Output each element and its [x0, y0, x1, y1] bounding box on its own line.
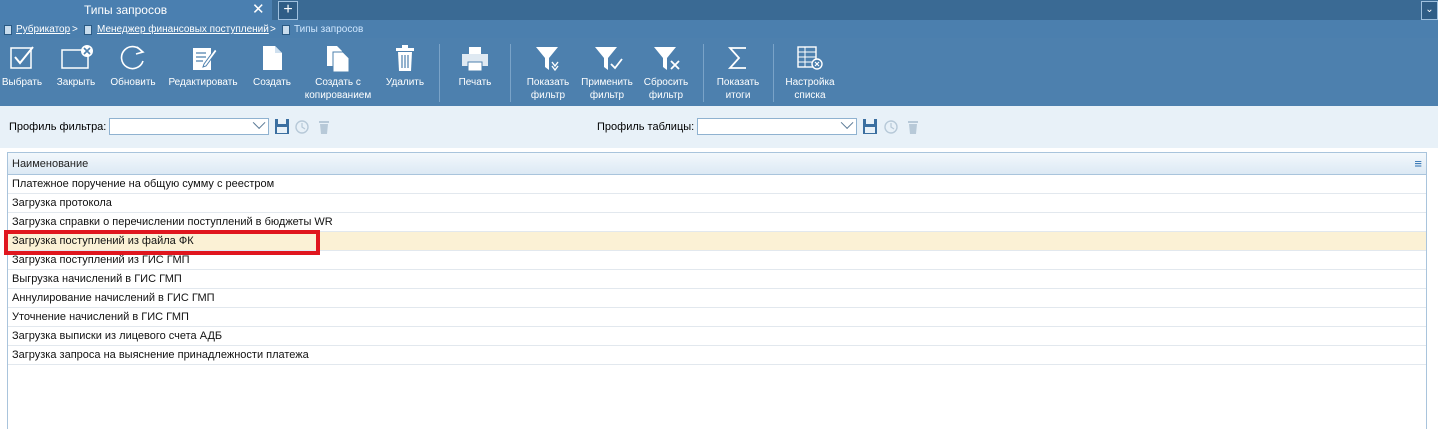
breadcrumb-rubricator[interactable]: Рубрикатор — [16, 24, 70, 35]
breadcrumb-separator: > — [72, 24, 78, 35]
filter-apply-icon — [595, 47, 623, 70]
column-menu-icon[interactable]: ≡ — [1414, 156, 1422, 171]
breadcrumb-finance-manager[interactable]: Менеджер финансовых поступлений — [97, 24, 269, 35]
reset-filter-button[interactable]: Сбросить фильтр — [640, 38, 692, 106]
filter-profile-select[interactable] — [109, 116, 269, 135]
table-settings-icon — [797, 46, 823, 70]
filter-show-icon — [536, 47, 559, 72]
filter-reset-icon — [654, 47, 680, 70]
row-name-cell: Загрузка поступлений из ГИС ГМП — [12, 254, 190, 266]
refresh-icon — [120, 45, 145, 70]
toolbar-divider — [703, 44, 704, 102]
close-button[interactable]: Закрыть — [50, 38, 102, 106]
filter-profile-label: Профиль фильтра: — [9, 121, 107, 133]
row-name-cell: Загрузка запроса на выяснение принадлежн… — [12, 349, 309, 361]
delete-button[interactable]: Удалить — [380, 38, 430, 106]
copy-document-icon — [327, 46, 350, 73]
tabs-menu-chevron-icon[interactable]: ⌄ — [1421, 1, 1438, 20]
row-name-cell: Платежное поручение на общую сумму с рее… — [12, 178, 275, 190]
breadcrumb-current: Типы запросов — [294, 24, 364, 35]
reset-profile-icon[interactable] — [294, 118, 310, 135]
table-row[interactable]: Загрузка запроса на выяснение принадлежн… — [8, 346, 1426, 365]
table-row[interactable]: Уточнение начислений в ГИС ГМП — [8, 308, 1426, 327]
save-icon[interactable] — [862, 118, 878, 135]
filter-bar: Профиль фильтра: Профиль таблицы: — [0, 106, 1438, 148]
trash-icon[interactable] — [316, 118, 332, 135]
show-filter-button[interactable]: Показать фильтр — [522, 38, 574, 106]
new-document-icon — [263, 46, 282, 70]
toolbar: Выбрать Закрыть Обновить Редактировать С… — [0, 38, 1438, 106]
table-row[interactable]: Загрузка выписки из лицевого счета АДБ — [8, 327, 1426, 346]
breadcrumb: Рубрикатор > Менеджер финансовых поступл… — [0, 20, 1438, 38]
trash-icon — [396, 45, 414, 71]
list-settings-button[interactable]: Настройка списка — [782, 38, 838, 106]
row-name-cell: Выгрузка начислений в ГИС ГМП — [12, 273, 182, 285]
printer-icon — [462, 47, 488, 72]
create-copy-button[interactable]: Создать с копированием — [300, 38, 376, 106]
tab-bar: Типы запросов ✕ + ⌄ — [0, 0, 1438, 20]
table-row[interactable]: Аннулирование начислений в ГИС ГМП — [8, 289, 1426, 308]
toolbar-divider — [510, 44, 511, 102]
grid-header: Наименование ≡ — [8, 153, 1426, 175]
reset-profile-icon[interactable] — [883, 118, 899, 135]
table-row[interactable]: Платежное поручение на общую сумму с рее… — [8, 175, 1426, 194]
table-row[interactable]: Загрузка протокола — [8, 194, 1426, 213]
chevron-down-icon — [252, 116, 266, 130]
save-icon[interactable] — [274, 118, 290, 135]
add-tab-button[interactable]: + — [278, 1, 298, 20]
show-totals-button[interactable]: Показать итоги — [712, 38, 764, 106]
column-header-name[interactable]: Наименование — [12, 158, 88, 170]
edit-button[interactable]: Редактировать — [166, 38, 240, 106]
tab-close-icon[interactable]: ✕ — [252, 0, 265, 20]
sigma-icon — [727, 47, 746, 69]
table-profile-label: Профиль таблицы: — [597, 121, 695, 133]
table-profile-select[interactable] — [697, 116, 857, 135]
toolbar-divider — [773, 44, 774, 102]
tab-title: Типы запросов — [84, 3, 168, 17]
row-name-cell: Загрузка справки о перечислении поступле… — [12, 216, 333, 228]
row-name-cell: Загрузка выписки из лицевого счета АДБ — [12, 330, 223, 342]
checkbox-check-icon — [10, 46, 34, 69]
close-window-icon — [61, 45, 93, 69]
row-name-cell: Загрузка протокола — [12, 197, 112, 209]
row-name-cell: Аннулирование начислений в ГИС ГМП — [12, 292, 215, 304]
apply-filter-button[interactable]: Применить фильтр — [578, 38, 636, 106]
breadcrumb-separator: > — [270, 24, 276, 35]
tab-request-types[interactable]: Типы запросов ✕ — [0, 0, 272, 20]
trash-icon[interactable] — [905, 118, 921, 135]
request-types-grid: Наименование ≡ Платежное поручение на об… — [7, 152, 1427, 429]
row-name-cell: Уточнение начислений в ГИС ГМП — [12, 311, 189, 323]
select-button[interactable]: Выбрать — [0, 38, 44, 106]
toolbar-divider — [439, 44, 440, 102]
edit-pencil-icon — [193, 48, 218, 70]
doc-icon — [282, 25, 290, 35]
table-row[interactable]: Выгрузка начислений в ГИС ГМП — [8, 270, 1426, 289]
highlight-box — [4, 230, 320, 255]
print-button[interactable]: Печать — [450, 38, 500, 106]
create-button[interactable]: Создать — [248, 38, 296, 106]
doc-icon — [84, 25, 92, 35]
refresh-button[interactable]: Обновить — [106, 38, 160, 106]
doc-icon — [4, 25, 12, 35]
chevron-down-icon — [840, 116, 854, 130]
